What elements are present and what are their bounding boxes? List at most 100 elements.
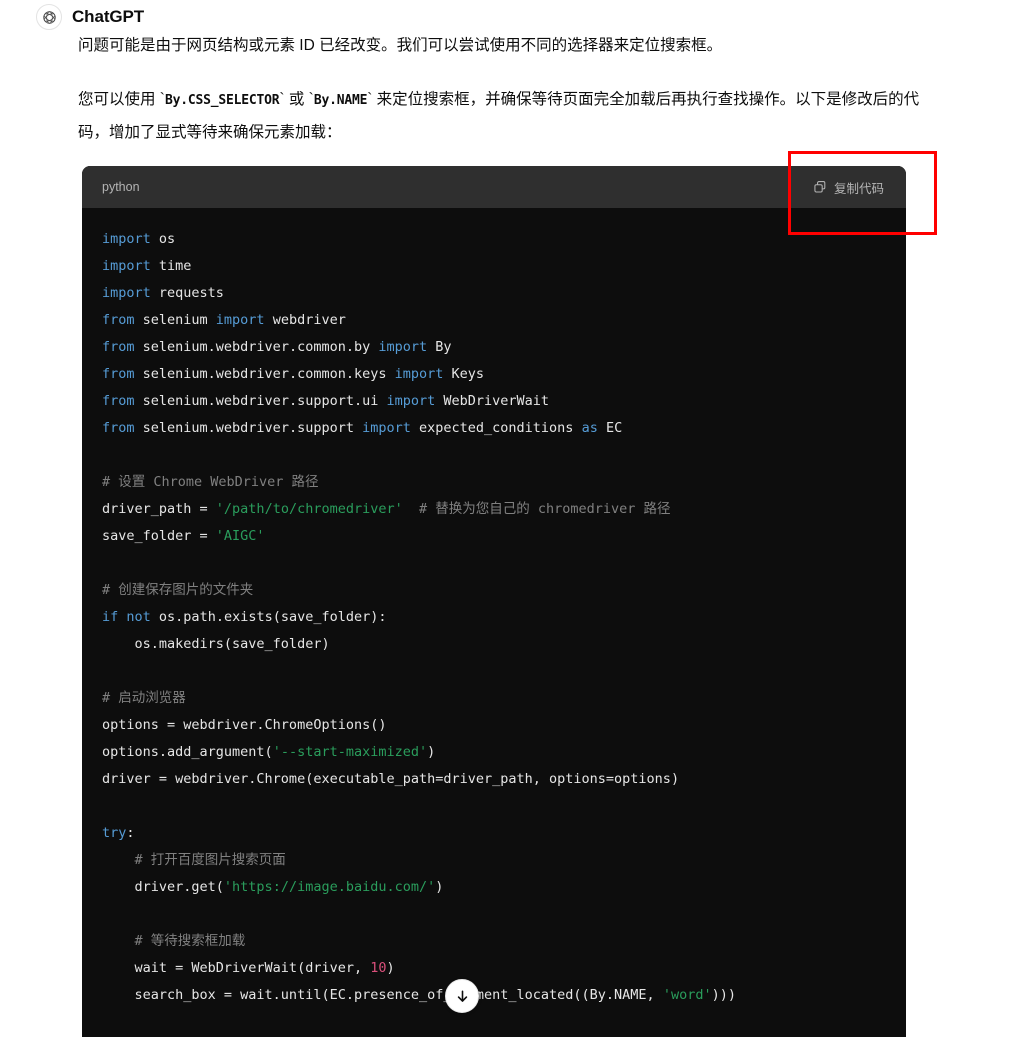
code-line: from selenium.webdriver.common.keys impo… [82,361,906,388]
code-line: options = webdriver.ChromeOptions() [82,712,906,739]
code-language-label: python [102,180,140,194]
code-token: try [102,825,127,841]
code-line: try: [82,820,906,847]
code-token: import [102,231,151,247]
code-line: # 启动浏览器 [82,685,906,712]
copy-code-button[interactable]: 复制代码 [807,174,890,201]
code-line: # 创建保存图片的文件夹 [82,577,906,604]
code-token: os.makedirs(save_folder) [102,636,330,652]
code-token: import [102,258,151,274]
code-line: driver_path = '/path/to/chromedriver' # … [82,496,906,523]
code-line: save_folder = 'AIGC' [82,523,906,550]
code-token: ))) [711,987,736,1003]
code-line: search_box = wait.until(EC.presence_of_e… [82,982,906,1009]
code-token: requests [150,285,224,301]
code-token: search_box = wait.until(EC.presence_of_e… [102,987,663,1003]
code-token: from [102,339,135,355]
code-token: import [215,312,265,328]
copy-icon [813,180,827,194]
code-token: ) [435,879,444,895]
code-token: selenium [134,312,216,328]
code-line: # 设置 Chrome WebDriver 路径 [82,469,906,496]
code-token: wait = WebDriverWait(driver, [102,960,371,976]
code-line: os.makedirs(save_folder) [82,631,906,658]
openai-logo-icon [36,4,62,30]
code-token: ) [427,744,436,760]
code-token: ) [386,960,395,976]
code-line: from selenium.webdriver.support.ui impor… [82,388,906,415]
code-token: driver_path = [102,501,216,517]
code-token: 'https://image.baidu.com/' [223,879,436,895]
code-token: import [378,339,428,355]
code-line: wait = WebDriverWait(driver, 10) [82,955,906,982]
code-token: import [394,366,444,382]
code-token: '/path/to/chromedriver' [215,501,403,517]
code-token: os [150,231,176,247]
paragraph-2-part-1: 您可以使用 ` [78,91,165,108]
copy-code-label: 复制代码 [833,181,884,196]
code-token: as [581,420,598,436]
code-line: driver.get('https://image.baidu.com/') [82,874,906,901]
paragraph-2-part-2: ` 或 ` [279,91,314,108]
code-token: save_folder = [102,528,216,544]
code-token: selenium.webdriver.support [134,420,363,436]
code-token: selenium.webdriver.support.ui [134,393,387,409]
code-token: # 打开百度图片搜索页面 [134,852,286,868]
code-line: import requests [82,280,906,307]
code-token: time [150,258,192,274]
chat-message-page: ChatGPT 问题可能是由于网页结构或元素 ID 已经改变。我们可以尝试使用不… [0,0,1029,1037]
message-body: 问题可能是由于网页结构或元素 ID 已经改变。我们可以尝试使用不同的选择器来定位… [78,30,923,149]
code-token: import [362,420,411,436]
code-token: from [102,420,135,436]
code-token: # 创建保存图片的文件夹 [102,582,254,598]
code-line: import time [82,253,906,280]
code-line: # 等待搜索框加载 [82,928,906,955]
code-token: '--start-maximized' [272,744,428,760]
code-token: options.add_argument( [102,744,273,760]
code-block-header: python 复制代码 [82,166,906,208]
code-token: : [126,825,135,841]
code-token: # 设置 Chrome WebDriver 路径 [102,474,319,490]
code-token: # 等待搜索框加载 [134,933,246,949]
code-token: Keys [443,366,485,382]
code-token: os.path.exists(save_folder): [150,609,387,625]
code-token: import [102,285,151,301]
code-token: 10 [370,960,387,976]
code-token: from [102,366,135,382]
code-line: from selenium.webdriver.support import e… [82,415,906,442]
code-token: import [386,393,436,409]
code-token: from [102,312,135,328]
code-line: if not os.path.exists(save_folder): [82,604,906,631]
code-token: expected_conditions [410,420,582,436]
code-token: selenium.webdriver.common.by [134,339,379,355]
code-token: driver = webdriver.Chrome(executable_pat… [102,771,680,787]
code-token: WebDriverWait [435,393,550,409]
code-line: options.add_argument('--start-maximized'… [82,739,906,766]
assistant-name: ChatGPT [72,7,145,26]
code-token: # 替换为您自己的 chromedriver 路径 [419,501,671,517]
code-token: not [126,609,151,625]
paragraph-2: 您可以使用 `By.CSS_SELECTOR` 或 `By.NAME` 来定位搜… [78,84,923,149]
code-line: from selenium.webdriver.common.by import… [82,334,906,361]
code-token: options = webdriver.ChromeOptions() [102,717,387,733]
code-token: By [427,339,452,355]
code-content[interactable]: import os import time import requests from … [82,208,906,1009]
code-token: 'AIGC' [215,528,265,544]
assistant-message-header: ChatGPT [36,4,144,30]
code-block: python 复制代码 import os import time import r… [82,166,906,1037]
code-token: # 启动浏览器 [102,690,186,706]
code-line: # 打开百度图片搜索页面 [82,847,906,874]
scroll-to-bottom-button[interactable] [445,979,479,1013]
inline-code-css-selector: By.CSS_SELECTOR [164,93,280,108]
code-token: if [102,609,119,625]
arrow-down-icon [455,989,470,1004]
code-line: import os [82,226,906,253]
